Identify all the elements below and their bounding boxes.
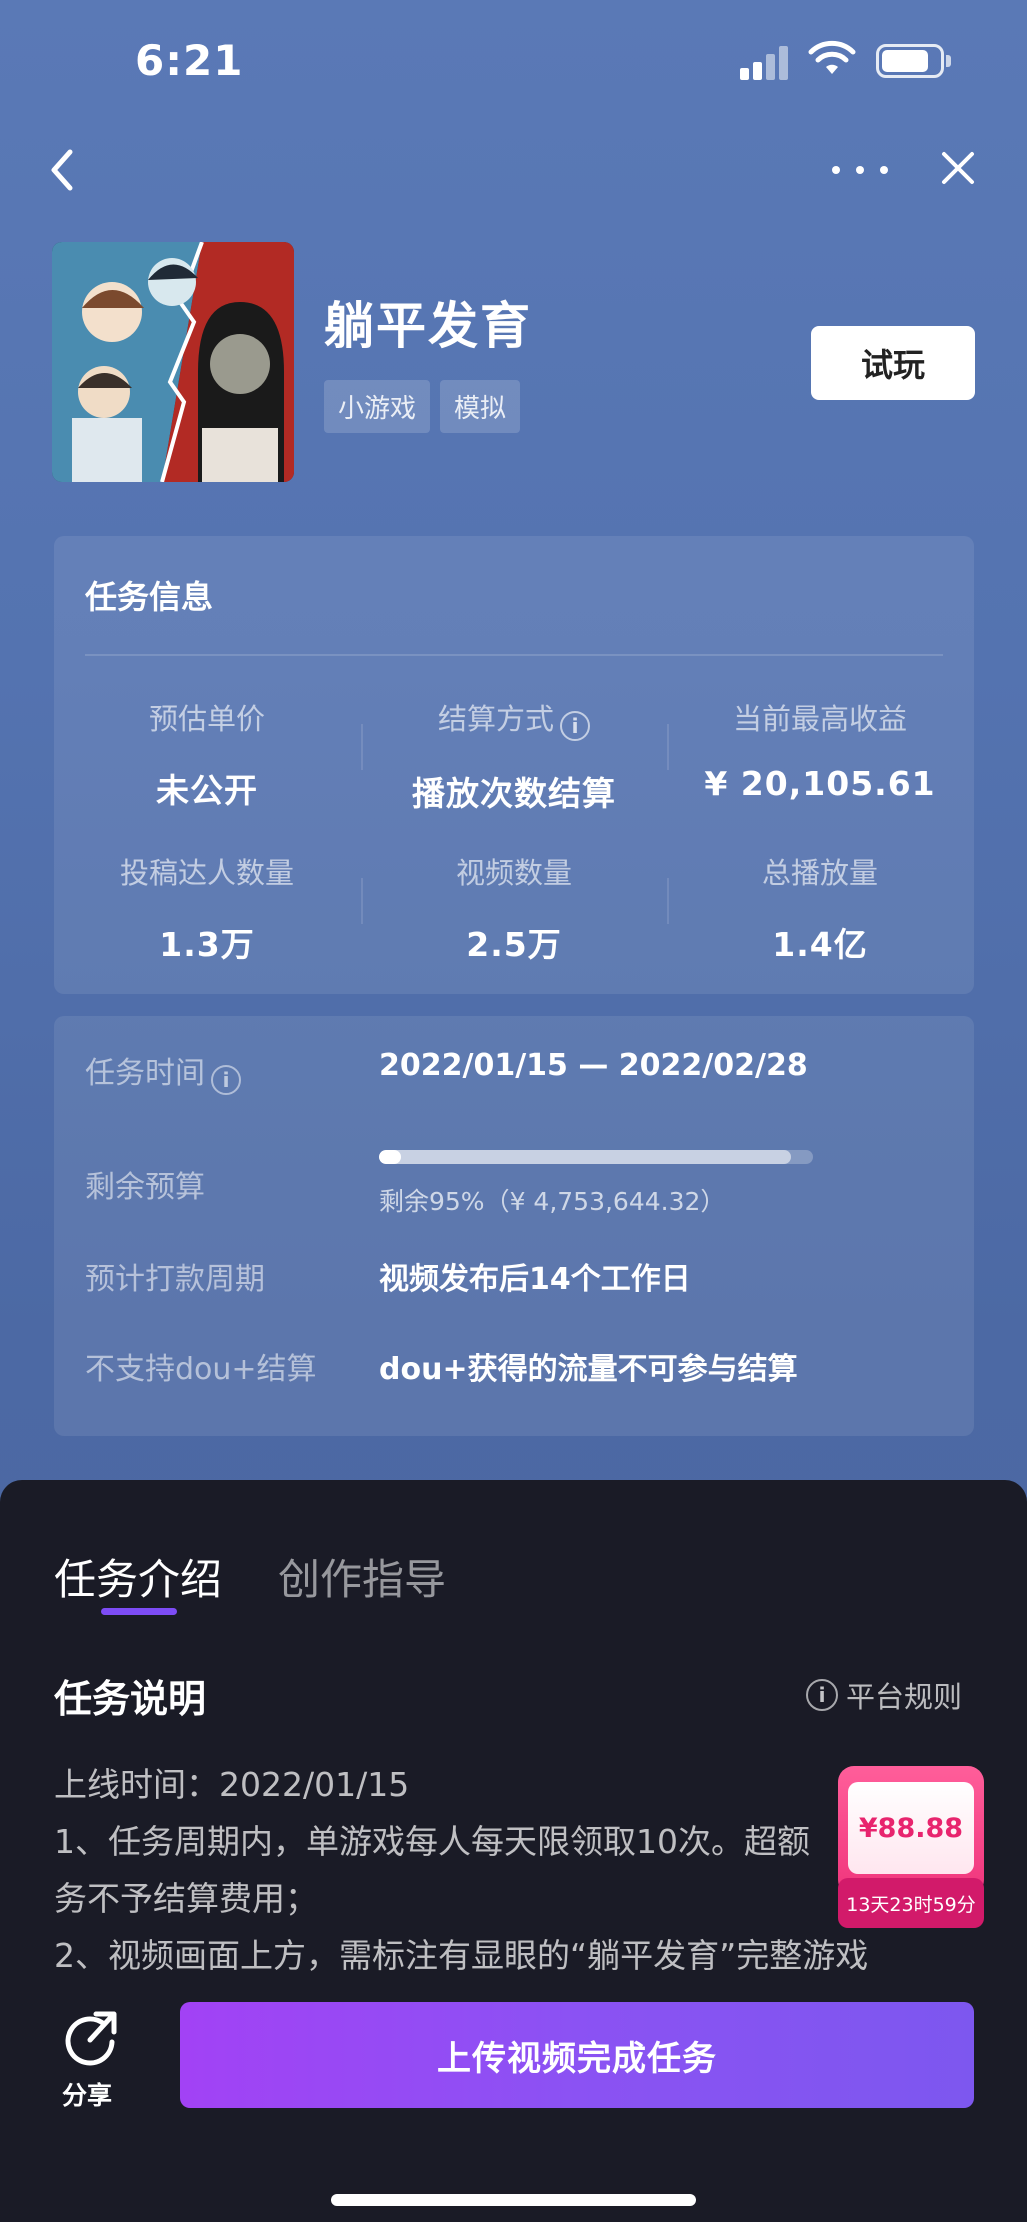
bottom-action-bar: 分享 上传视频完成任务 bbox=[0, 1980, 1027, 2222]
description-line: 务不予结算费用； bbox=[54, 1879, 318, 1918]
stat-label: 总播放量 bbox=[761, 856, 878, 890]
status-time: 6:21 bbox=[135, 36, 244, 85]
coupon-amount: ¥88.88 bbox=[848, 1782, 974, 1874]
budget-progress-knob bbox=[379, 1150, 401, 1164]
game-cover-image[interactable] bbox=[52, 242, 294, 482]
task-time-value: 2022/01/15 — 2022/02/28 bbox=[379, 1048, 808, 1083]
cellular-signal-icon bbox=[740, 44, 792, 80]
battery-icon bbox=[876, 44, 951, 78]
stat-label: 当前最高收益 bbox=[732, 702, 907, 736]
more-options-icon[interactable] bbox=[832, 150, 888, 190]
stat-value: 1.3万 bbox=[159, 925, 255, 964]
divider bbox=[361, 724, 363, 770]
task-detail-card: 任务时间 i 2022/01/15 — 2022/02/28 剩余预算 剩余95%… bbox=[54, 1016, 974, 1436]
stat-video-count: 视频数量 2.5万 bbox=[361, 850, 667, 966]
tag-mini-game: 小游戏 bbox=[324, 380, 431, 433]
active-tab-indicator bbox=[101, 1608, 177, 1615]
description-line: 上线时间：2022/01/15 bbox=[54, 1765, 410, 1804]
stat-label: 结算方式 bbox=[437, 702, 554, 736]
game-header: 躺平发育 小游戏 模拟 试玩 bbox=[52, 242, 982, 484]
stat-label: 预估单价 bbox=[148, 702, 265, 736]
stat-unit-price: 预估单价 未公开 bbox=[54, 696, 360, 812]
top-nav bbox=[0, 130, 1027, 210]
task-info-title: 任务信息 bbox=[85, 578, 214, 616]
stat-label: 视频数量 bbox=[455, 856, 572, 890]
share-label[interactable]: 分享 bbox=[62, 2076, 112, 2112]
task-time-label: 任务时间 bbox=[85, 1056, 205, 1091]
status-bar: 6:21 bbox=[0, 0, 1027, 120]
task-description: 上线时间：2022/01/15 1、任务周期内，单游戏每人每天限领取10次。超额… bbox=[54, 1756, 954, 1984]
dou-value: dou+获得的流量不可参与结算 bbox=[379, 1352, 798, 1387]
wifi-icon bbox=[808, 40, 856, 74]
info-icon[interactable]: i bbox=[211, 1065, 241, 1095]
stat-total-plays: 总播放量 1.4亿 bbox=[667, 850, 973, 966]
description-line: 2、视频画面上方，需标注有显眼的“躺平发育”完整游戏 bbox=[54, 1936, 869, 1975]
tag-simulation: 模拟 bbox=[440, 380, 521, 433]
task-info-card: 任务信息 预估单价 未公开 结算方式 i 播放次数结算 当前最高收益 ¥ 20,1… bbox=[54, 536, 974, 994]
payout-label: 预计打款周期 bbox=[85, 1262, 265, 1297]
section-title: 任务说明 bbox=[54, 1677, 207, 1721]
game-title: 躺平发育 bbox=[324, 297, 532, 355]
try-play-button[interactable]: 试玩 bbox=[811, 326, 975, 400]
stat-settlement-method: 结算方式 i 播放次数结算 bbox=[361, 696, 667, 815]
coupon-timer: 13天23时59分 bbox=[838, 1878, 984, 1928]
stat-label: 投稿达人数量 bbox=[119, 856, 294, 890]
stat-value: 1.4亿 bbox=[772, 925, 868, 964]
upload-video-button[interactable]: 上传视频完成任务 bbox=[180, 2002, 974, 2108]
divider bbox=[667, 724, 669, 770]
info-icon[interactable]: i bbox=[560, 711, 590, 741]
tab-creation-guide[interactable]: 创作指导 bbox=[278, 1546, 446, 1607]
stat-creator-count: 投稿达人数量 1.3万 bbox=[54, 850, 360, 966]
divider bbox=[85, 654, 943, 656]
stat-max-earnings: 当前最高收益 ¥ 20,105.61 bbox=[667, 696, 973, 803]
stat-value: ¥ 20,105.61 bbox=[704, 764, 936, 803]
stat-value: 2.5万 bbox=[466, 925, 562, 964]
budget-progress-fill bbox=[379, 1150, 792, 1164]
close-icon[interactable] bbox=[936, 146, 980, 190]
budget-remaining-text: 剩余95%（¥ 4,753,644.32） bbox=[379, 1187, 726, 1216]
game-tags: 小游戏 模拟 bbox=[324, 380, 521, 433]
share-icon[interactable] bbox=[60, 2008, 120, 2068]
back-icon[interactable] bbox=[44, 140, 84, 200]
dou-label: 不支持dou+结算 bbox=[85, 1352, 317, 1387]
divider bbox=[667, 878, 669, 924]
platform-rules-link[interactable]: i 平台规则 bbox=[806, 1674, 962, 1716]
payout-value: 视频发布后14个工作日 bbox=[379, 1262, 691, 1297]
budget-label: 剩余预算 bbox=[85, 1170, 205, 1205]
description-line: 1、任务周期内，单游戏每人每天限领取10次。超额 bbox=[54, 1822, 810, 1861]
info-icon: i bbox=[806, 1679, 838, 1711]
platform-rules-label: 平台规则 bbox=[846, 1680, 963, 1714]
tab-task-intro[interactable]: 任务介绍 bbox=[54, 1546, 222, 1607]
budget-progress-bar bbox=[379, 1150, 813, 1164]
home-indicator bbox=[331, 2194, 696, 2206]
stat-value: 未公开 bbox=[156, 771, 258, 810]
stat-value: 播放次数结算 bbox=[412, 774, 616, 813]
coupon-float[interactable]: ¥88.88 13天23时59分 bbox=[838, 1766, 984, 1928]
divider bbox=[361, 878, 363, 924]
